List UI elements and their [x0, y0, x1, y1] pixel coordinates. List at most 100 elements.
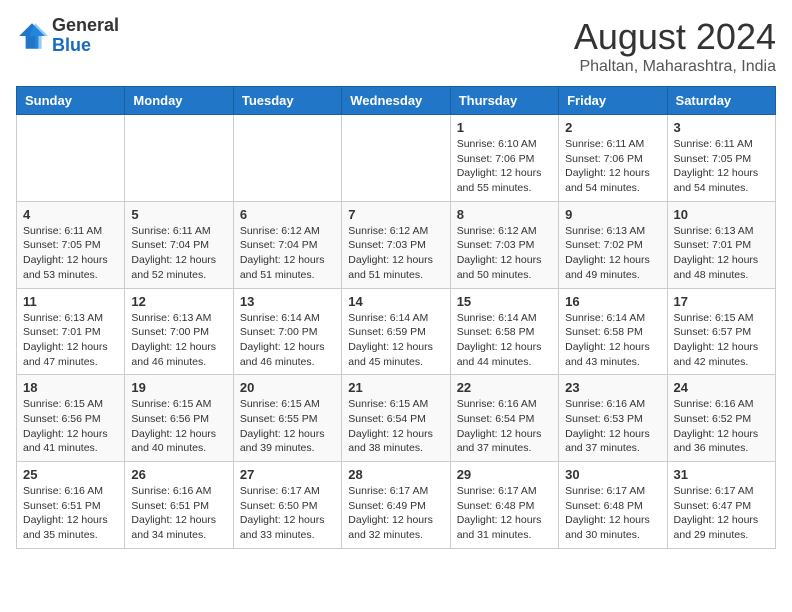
day-info: Sunrise: 6:11 AM Sunset: 7:04 PM Dayligh… — [131, 224, 226, 283]
day-number: 17 — [674, 294, 769, 309]
day-info: Sunrise: 6:14 AM Sunset: 6:58 PM Dayligh… — [457, 311, 552, 370]
logo: General Blue — [16, 16, 119, 56]
day-info: Sunrise: 6:10 AM Sunset: 7:06 PM Dayligh… — [457, 137, 552, 196]
calendar-cell: 29Sunrise: 6:17 AM Sunset: 6:48 PM Dayli… — [450, 462, 558, 549]
day-number: 31 — [674, 467, 769, 482]
weekday-header-friday: Friday — [559, 87, 667, 115]
day-number: 21 — [348, 380, 443, 395]
day-info: Sunrise: 6:12 AM Sunset: 7:04 PM Dayligh… — [240, 224, 335, 283]
day-number: 13 — [240, 294, 335, 309]
calendar-cell: 6 Sunrise: 6:12 AM Sunset: 7:04 PM Daylig… — [233, 201, 341, 288]
day-number: 24 — [674, 380, 769, 395]
weekday-header-sunday: Sunday — [17, 87, 125, 115]
calendar-cell — [125, 115, 233, 202]
day-info: Sunrise: 6:15 AM Sunset: 6:54 PM Dayligh… — [348, 397, 443, 456]
day-info: Sunrise: 6:17 AM Sunset: 6:48 PM Dayligh… — [565, 484, 660, 543]
calendar-cell: 23 Sunrise: 6:16 AM Sunset: 6:53 PM Dayli… — [559, 375, 667, 462]
calendar-cell — [342, 115, 450, 202]
calendar-cell: 19 Sunrise: 6:15 AM Sunset: 6:56 PM Dayli… — [125, 375, 233, 462]
calendar-cell: 4Sunrise: 6:11 AM Sunset: 7:05 PM Daylig… — [17, 201, 125, 288]
day-number: 9 — [565, 207, 660, 222]
weekday-header-row: SundayMondayTuesdayWednesdayThursdayFrid… — [17, 87, 776, 115]
month-title: August 2024 — [574, 16, 776, 58]
day-number: 1 — [457, 120, 552, 135]
calendar-cell: 13 Sunrise: 6:14 AM Sunset: 7:00 PM Dayli… — [233, 288, 341, 375]
weekday-header-wednesday: Wednesday — [342, 87, 450, 115]
weekday-header-thursday: Thursday — [450, 87, 558, 115]
day-info: Sunrise: 6:16 AM Sunset: 6:54 PM Dayligh… — [457, 397, 552, 456]
day-number: 11 — [23, 294, 118, 309]
calendar-cell: 18Sunrise: 6:15 AM Sunset: 6:56 PM Dayli… — [17, 375, 125, 462]
day-number: 19 — [131, 380, 226, 395]
day-info: Sunrise: 6:11 AM Sunset: 7:05 PM Dayligh… — [23, 224, 118, 283]
calendar-cell: 14 Sunrise: 6:14 AM Sunset: 6:59 PM Dayli… — [342, 288, 450, 375]
day-number: 10 — [674, 207, 769, 222]
calendar-cell — [233, 115, 341, 202]
logo-blue-text: Blue — [52, 35, 91, 55]
calendar-cell: 26 Sunrise: 6:16 AM Sunset: 6:51 PM Dayli… — [125, 462, 233, 549]
day-info: Sunrise: 6:16 AM Sunset: 6:53 PM Dayligh… — [565, 397, 660, 456]
day-number: 22 — [457, 380, 552, 395]
calendar-cell: 17 Sunrise: 6:15 AM Sunset: 6:57 PM Dayli… — [667, 288, 775, 375]
calendar-cell: 25 Sunrise: 6:16 AM Sunset: 6:51 PM Dayli… — [17, 462, 125, 549]
day-number: 3 — [674, 120, 769, 135]
day-number: 30 — [565, 467, 660, 482]
day-info: Sunrise: 6:15 AM Sunset: 6:56 PM Dayligh… — [131, 397, 226, 456]
day-number: 27 — [240, 467, 335, 482]
day-info: Sunrise: 6:12 AM Sunset: 7:03 PM Dayligh… — [348, 224, 443, 283]
day-number: 25 — [23, 467, 118, 482]
day-info: Sunrise: 6:16 AM Sunset: 6:51 PM Dayligh… — [23, 484, 118, 543]
calendar-cell: 5 Sunrise: 6:11 AM Sunset: 7:04 PM Daylig… — [125, 201, 233, 288]
calendar-week-row: 11 Sunrise: 6:13 AM Sunset: 7:01 PM Dayli… — [17, 288, 776, 375]
calendar-cell: 31 Sunrise: 6:17 AM Sunset: 6:47 PM Dayli… — [667, 462, 775, 549]
day-info: Sunrise: 6:13 AM Sunset: 7:01 PM Dayligh… — [674, 224, 769, 283]
day-number: 7 — [348, 207, 443, 222]
weekday-header-tuesday: Tuesday — [233, 87, 341, 115]
weekday-header-saturday: Saturday — [667, 87, 775, 115]
day-info: Sunrise: 6:14 AM Sunset: 7:00 PM Dayligh… — [240, 311, 335, 370]
calendar-cell: 12Sunrise: 6:13 AM Sunset: 7:00 PM Dayli… — [125, 288, 233, 375]
day-info: Sunrise: 6:14 AM Sunset: 6:59 PM Dayligh… — [348, 311, 443, 370]
weekday-header-monday: Monday — [125, 87, 233, 115]
day-info: Sunrise: 6:17 AM Sunset: 6:47 PM Dayligh… — [674, 484, 769, 543]
day-info: Sunrise: 6:17 AM Sunset: 6:49 PM Dayligh… — [348, 484, 443, 543]
day-number: 6 — [240, 207, 335, 222]
calendar-cell: 22 Sunrise: 6:16 AM Sunset: 6:54 PM Dayli… — [450, 375, 558, 462]
calendar-week-row: 4Sunrise: 6:11 AM Sunset: 7:05 PM Daylig… — [17, 201, 776, 288]
day-info: Sunrise: 6:16 AM Sunset: 6:51 PM Dayligh… — [131, 484, 226, 543]
day-number: 26 — [131, 467, 226, 482]
day-info: Sunrise: 6:15 AM Sunset: 6:57 PM Dayligh… — [674, 311, 769, 370]
day-number: 20 — [240, 380, 335, 395]
calendar-week-row: 1 Sunrise: 6:10 AM Sunset: 7:06 PM Daylig… — [17, 115, 776, 202]
calendar-cell: 9 Sunrise: 6:13 AM Sunset: 7:02 PM Daylig… — [559, 201, 667, 288]
day-info: Sunrise: 6:13 AM Sunset: 7:01 PM Dayligh… — [23, 311, 118, 370]
day-number: 8 — [457, 207, 552, 222]
day-number: 15 — [457, 294, 552, 309]
calendar-cell: 21 Sunrise: 6:15 AM Sunset: 6:54 PM Dayli… — [342, 375, 450, 462]
day-number: 14 — [348, 294, 443, 309]
calendar-cell: 3 Sunrise: 6:11 AM Sunset: 7:05 PM Daylig… — [667, 115, 775, 202]
day-info: Sunrise: 6:14 AM Sunset: 6:58 PM Dayligh… — [565, 311, 660, 370]
day-info: Sunrise: 6:12 AM Sunset: 7:03 PM Dayligh… — [457, 224, 552, 283]
day-number: 5 — [131, 207, 226, 222]
calendar-table: SundayMondayTuesdayWednesdayThursdayFrid… — [16, 86, 776, 549]
calendar-cell: 24 Sunrise: 6:16 AM Sunset: 6:52 PM Dayli… — [667, 375, 775, 462]
location-text: Phaltan, Maharashtra, India — [574, 58, 776, 76]
calendar-cell: 7 Sunrise: 6:12 AM Sunset: 7:03 PM Daylig… — [342, 201, 450, 288]
calendar-cell: 30 Sunrise: 6:17 AM Sunset: 6:48 PM Dayli… — [559, 462, 667, 549]
calendar-cell: 16Sunrise: 6:14 AM Sunset: 6:58 PM Dayli… — [559, 288, 667, 375]
calendar-cell: 20Sunrise: 6:15 AM Sunset: 6:55 PM Dayli… — [233, 375, 341, 462]
calendar-week-row: 18 Sunrise: 6:15 AM Sunset: 6:56 PM Dayli… — [17, 375, 776, 462]
page-header: General Blue August 2024 Phaltan, Mahara… — [16, 16, 776, 76]
day-info: Sunrise: 6:13 AM Sunset: 7:02 PM Dayligh… — [565, 224, 660, 283]
calendar-cell: 1 Sunrise: 6:10 AM Sunset: 7:06 PM Daylig… — [450, 115, 558, 202]
logo-icon — [16, 20, 48, 52]
day-info: Sunrise: 6:13 AM Sunset: 7:00 PM Dayligh… — [131, 311, 226, 370]
calendar-week-row: 25 Sunrise: 6:16 AM Sunset: 6:51 PM Dayli… — [17, 462, 776, 549]
day-number: 18 — [23, 380, 118, 395]
calendar-cell: 2Sunrise: 6:11 AM Sunset: 7:06 PM Daylig… — [559, 115, 667, 202]
day-number: 23 — [565, 380, 660, 395]
calendar-cell: 27Sunrise: 6:17 AM Sunset: 6:50 PM Dayli… — [233, 462, 341, 549]
day-info: Sunrise: 6:11 AM Sunset: 7:05 PM Dayligh… — [674, 137, 769, 196]
day-info: Sunrise: 6:16 AM Sunset: 6:52 PM Dayligh… — [674, 397, 769, 456]
